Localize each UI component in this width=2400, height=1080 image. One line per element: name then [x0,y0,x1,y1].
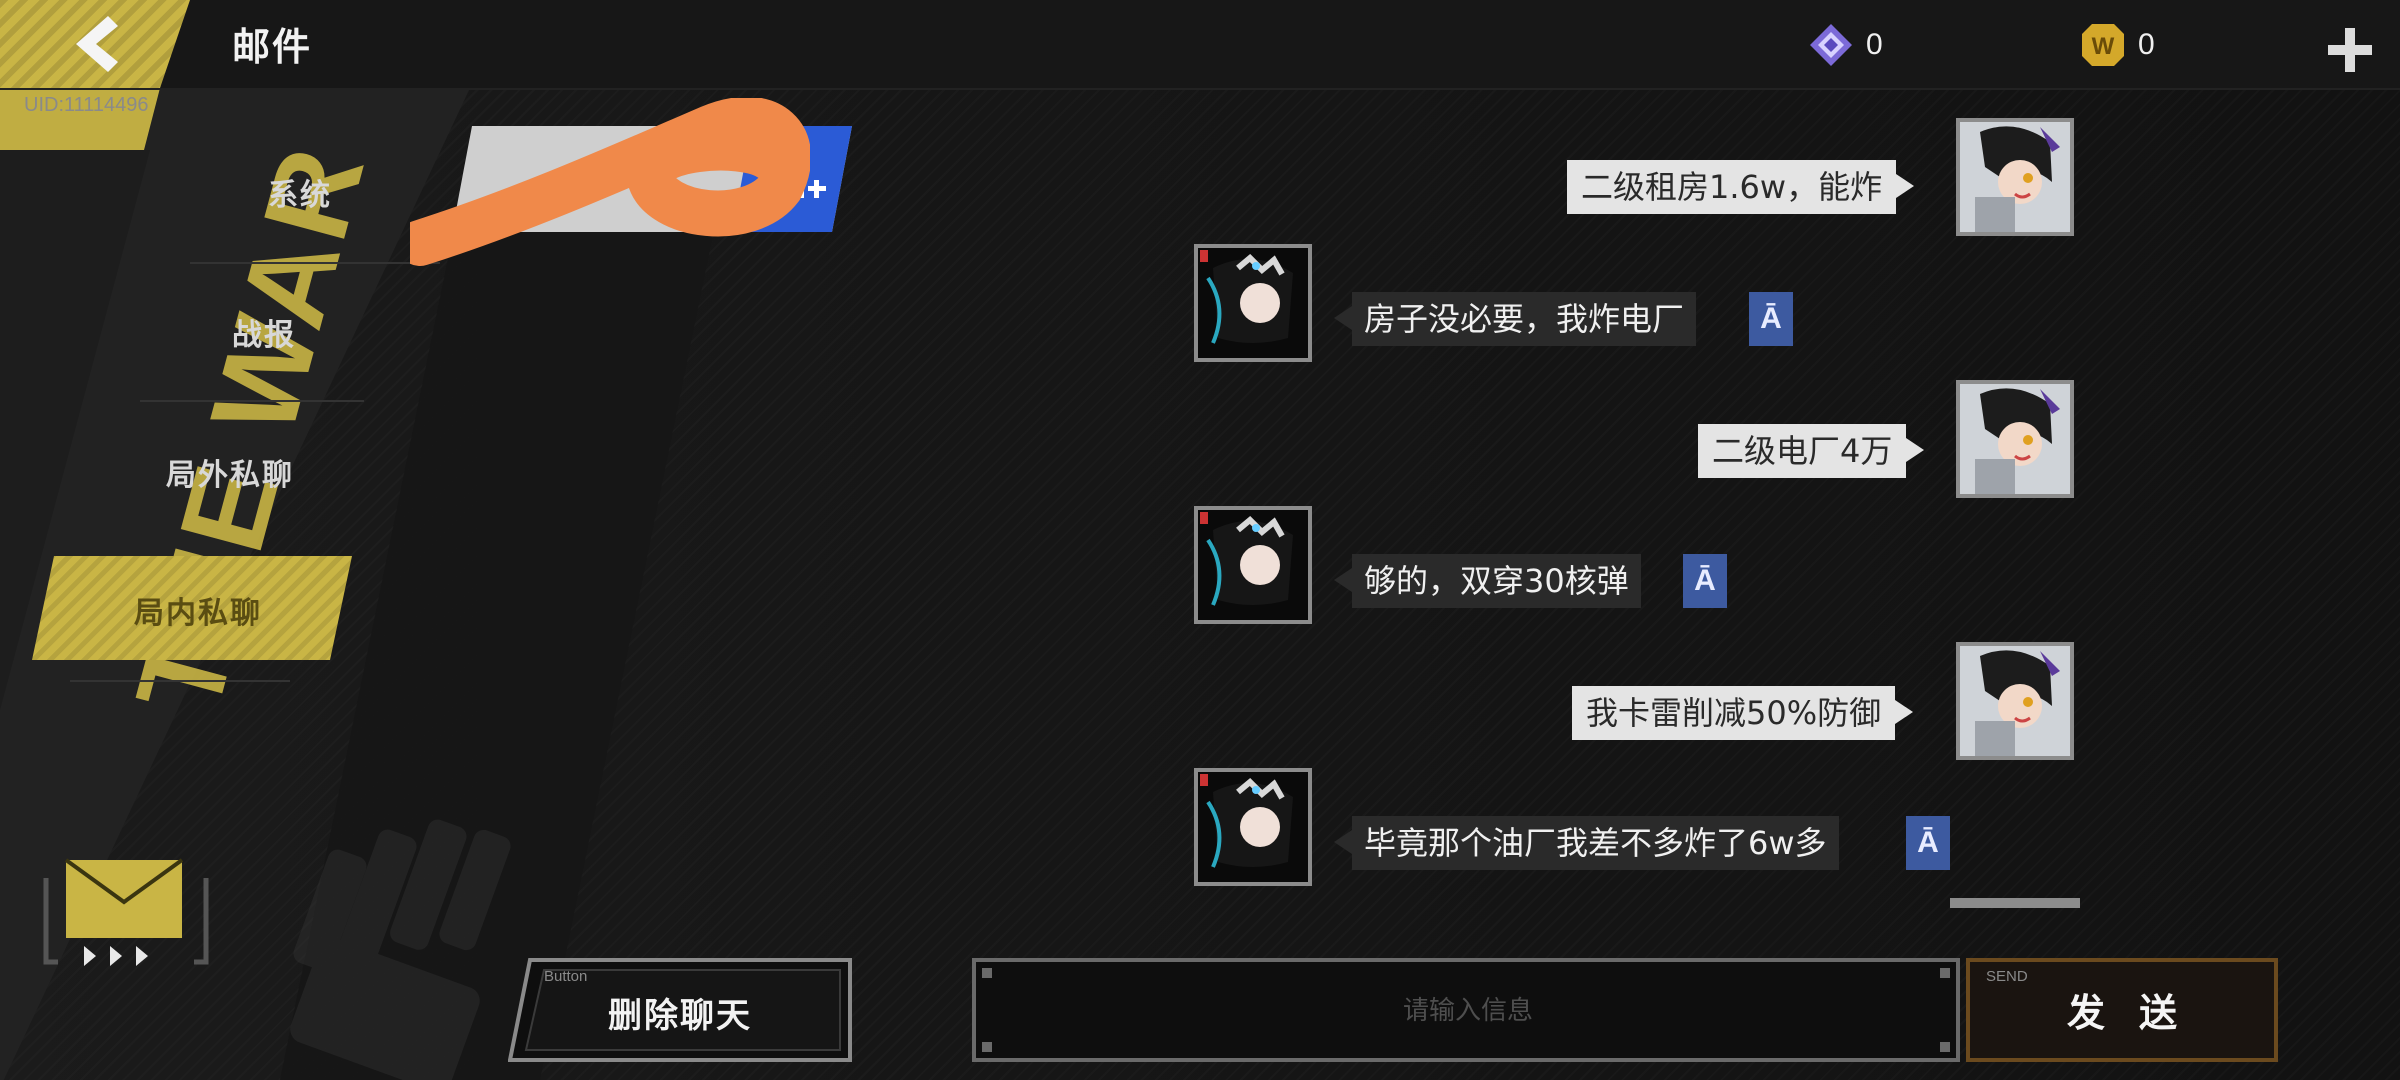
chat-bubble-self: 我卡雷削减50%防御 [1572,686,1914,740]
top-bar [0,0,2400,90]
friend-avatar[interactable] [1194,244,1312,362]
crystal-count: 0 [1866,28,1883,61]
send-label: 发送 [2066,991,2211,1035]
add-currency-button[interactable] [2326,26,2374,74]
translate-button[interactable]: Ā [1749,292,1793,346]
back-arrow-icon[interactable] [66,14,126,74]
page-title: 邮件 [232,25,313,69]
mail-icon[interactable] [38,850,214,978]
svg-text:W: W [2092,33,2115,60]
currency-crystal[interactable]: 0 [1808,22,1883,68]
fist-watermark-icon [290,819,511,1080]
chat-bubble-self: 二级租房1.6w，能炸 [1567,160,1915,214]
message-input-box[interactable] [972,958,1960,1062]
nav-divider [70,680,290,682]
sidebar-item-outside-chat[interactable]: 局外私聊 [166,450,294,494]
w-coin-icon: W [2082,24,2124,66]
self-avatar[interactable] [1956,380,2074,498]
chat-bubble-friend: 够的，双穿30核弹 [1334,554,1641,608]
translate-button[interactable]: Ā [1906,816,1950,870]
delete-button-tag: Button [544,968,588,985]
currency-w-coin[interactable]: W 0 [2080,22,2155,68]
chat-bubble-friend: 房子没必要，我炸电厂 [1333,292,1697,346]
translate-button[interactable]: Ā [1683,554,1727,608]
chat-bubble-self: 二级电厂4万 [1698,424,1925,478]
sidebar-item-system[interactable]: 系统 [268,170,332,214]
send-button[interactable]: SEND 发送 [1966,958,2278,1062]
redaction-scribble [410,98,810,266]
w-coin-count: 0 [2138,28,2155,61]
next-avatar-edge [1950,898,2080,908]
delete-chat-label: 删除聊天 [608,996,752,1036]
crystal-icon [1810,24,1852,66]
self-avatar[interactable] [1956,118,2074,236]
friend-avatar[interactable] [1194,506,1312,624]
uid-label: UID:11114496 [24,94,149,116]
nav-divider [190,262,440,264]
self-avatar[interactable] [1956,642,2074,760]
nav-divider [140,400,364,402]
sidebar-item-battle-report[interactable]: 战报 [232,310,296,354]
chat-bubble-friend: 毕竟那个油厂我差不多炸了6w多 [1334,816,1839,870]
sidebar-item-inside-chat-label: 局内私聊 [134,596,262,631]
friend-avatar[interactable] [1194,768,1312,886]
message-input[interactable] [976,962,1960,1060]
